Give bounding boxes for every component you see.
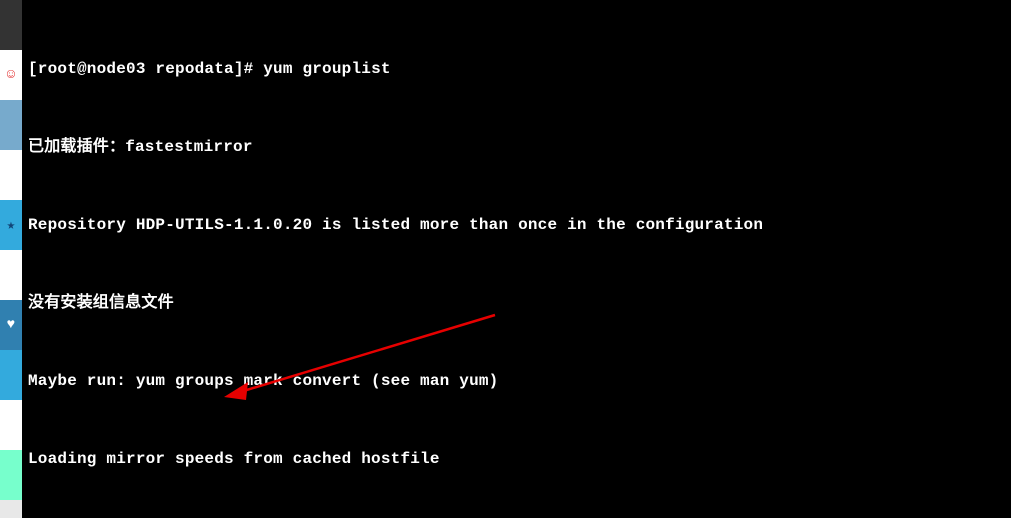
taskbar-icon-8[interactable]	[0, 350, 22, 400]
output-line: Loading mirror speeds from cached hostfi…	[28, 446, 1007, 472]
output-line: Repository HDP-UTILS-1.1.0.20 is listed …	[28, 212, 1007, 238]
taskbar-icon-4[interactable]	[0, 150, 22, 200]
taskbar-icon-2[interactable]: ☺	[0, 50, 22, 100]
taskbar: ☺ ★ ♥	[0, 0, 22, 518]
command-text: yum grouplist	[263, 60, 390, 78]
taskbar-icon-1[interactable]	[0, 0, 22, 50]
output-line: Maybe run: yum groups mark convert (see …	[28, 368, 1007, 394]
terminal-output[interactable]: [root@node03 repodata]# yum grouplist 已加…	[22, 0, 1011, 518]
taskbar-icon-5[interactable]: ★	[0, 200, 22, 250]
taskbar-icon-6[interactable]	[0, 250, 22, 300]
output-line: 已加载插件：fastestmirror	[28, 134, 1007, 160]
shell-prompt: [root@node03 repodata]#	[28, 60, 263, 78]
taskbar-icon-9[interactable]	[0, 400, 22, 450]
output-line: 没有安装组信息文件	[28, 290, 1007, 316]
taskbar-icon-3[interactable]	[0, 100, 22, 150]
prompt-line: [root@node03 repodata]# yum grouplist	[28, 56, 1007, 82]
taskbar-icon-7[interactable]: ♥	[0, 300, 22, 350]
taskbar-icon-10[interactable]	[0, 450, 22, 500]
